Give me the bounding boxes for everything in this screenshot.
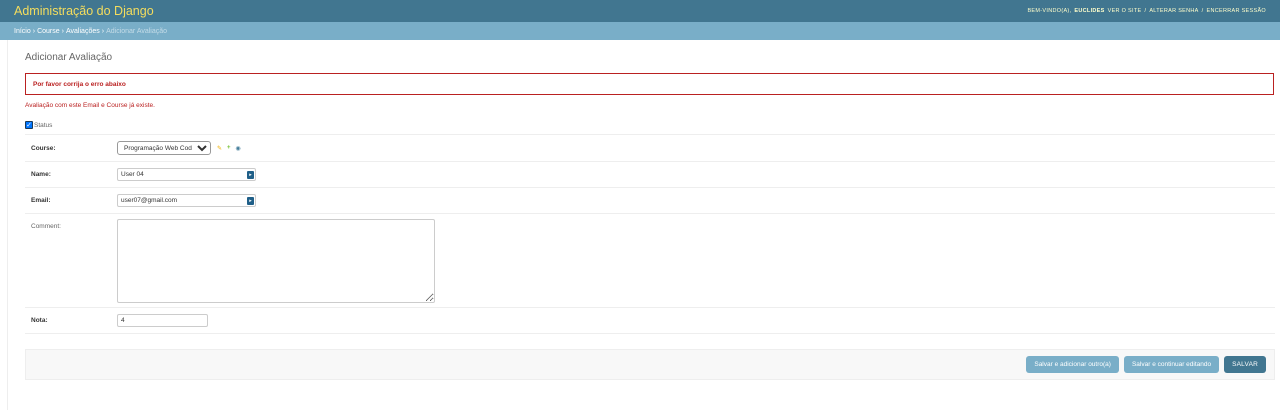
status-row: ✓ Status bbox=[25, 116, 1275, 135]
page-title: Adicionar Avaliação bbox=[25, 52, 113, 63]
comment-row: Comment: bbox=[25, 214, 1275, 308]
breadcrumb-separator: › bbox=[101, 27, 105, 35]
user-tools: BEM-VINDO(A), EUCLIDES VER O SITE / ALTE… bbox=[1027, 8, 1266, 14]
save-add-another-button[interactable]: Salvar e adicionar outro(a) bbox=[1026, 356, 1119, 373]
nota-input[interactable]: 4 bbox=[117, 314, 208, 327]
breadcrumb-current: Adicionar Avaliação bbox=[106, 27, 168, 35]
nav-sidebar-edge bbox=[7, 40, 8, 410]
status-checkbox[interactable]: ✓ bbox=[25, 121, 33, 129]
email-label: Email: bbox=[31, 197, 51, 204]
breadcrumb-separator: › bbox=[32, 27, 36, 35]
save-button[interactable]: SALVAR bbox=[1224, 356, 1266, 373]
course-label: Course: bbox=[31, 144, 56, 152]
change-password-link[interactable]: ALTERAR SENHA bbox=[1149, 8, 1198, 14]
comment-textarea[interactable] bbox=[117, 219, 435, 303]
nota-row: Nota: 4 bbox=[25, 308, 1275, 334]
pencil-icon[interactable]: ✎ bbox=[217, 145, 222, 152]
save-continue-button[interactable]: Salvar e continuar editando bbox=[1123, 356, 1220, 373]
plus-icon[interactable]: + bbox=[227, 145, 231, 152]
submit-row: Salvar e adicionar outro(a) Salvar e con… bbox=[25, 349, 1275, 380]
error-note: Por favor corrija o erro abaixo bbox=[25, 73, 1274, 95]
main-content: Adicionar Avaliação Por favor corrija o … bbox=[25, 40, 1275, 380]
email-input[interactable]: user07@gmail.com ▸ bbox=[117, 194, 256, 207]
course-select[interactable]: Programação Web Coding bbox=[117, 141, 211, 155]
course-row: Course: Programação Web Coding ✎ + ◉ bbox=[25, 135, 1275, 162]
header: Administração do Django BEM-VINDO(A), EU… bbox=[0, 0, 1280, 22]
email-row: Email: user07@gmail.com ▸ bbox=[25, 188, 1275, 214]
name-input-value: User 04 bbox=[121, 171, 144, 178]
password-manager-icon[interactable]: ▸ bbox=[247, 171, 254, 179]
password-manager-icon[interactable]: ▸ bbox=[247, 197, 254, 205]
welcome-text: BEM-VINDO(A), bbox=[1027, 8, 1072, 14]
username: EUCLIDES bbox=[1074, 8, 1105, 14]
breadcrumb: Início › Course › Avaliações › Adicionar… bbox=[0, 22, 1280, 40]
related-widget-links: ✎ + ◉ bbox=[217, 145, 241, 152]
name-input[interactable]: User 04 ▸ bbox=[117, 168, 256, 181]
user-tools-separator: / bbox=[1201, 8, 1204, 14]
eye-icon[interactable]: ◉ bbox=[236, 145, 241, 152]
status-label: Status bbox=[34, 121, 53, 129]
nota-input-value: 4 bbox=[121, 317, 125, 324]
name-label: Name: bbox=[31, 171, 51, 178]
nota-label: Nota: bbox=[31, 317, 48, 324]
site-branding[interactable]: Administração do Django bbox=[14, 4, 154, 18]
breadcrumb-app[interactable]: Course bbox=[37, 28, 60, 35]
breadcrumb-home[interactable]: Início bbox=[14, 28, 31, 35]
view-site-link[interactable]: VER O SITE bbox=[1108, 8, 1142, 14]
email-input-value: user07@gmail.com bbox=[121, 197, 178, 204]
comment-label: Comment: bbox=[31, 223, 61, 230]
user-tools-separator: / bbox=[1144, 8, 1147, 14]
error-detail: Avaliação com este Email e Course já exi… bbox=[25, 102, 155, 109]
logout-link[interactable]: ENCERRAR SESSÃO bbox=[1206, 8, 1266, 14]
breadcrumb-model[interactable]: Avaliações bbox=[66, 28, 100, 35]
breadcrumb-separator: › bbox=[61, 27, 64, 35]
name-row: Name: User 04 ▸ bbox=[25, 162, 1275, 188]
